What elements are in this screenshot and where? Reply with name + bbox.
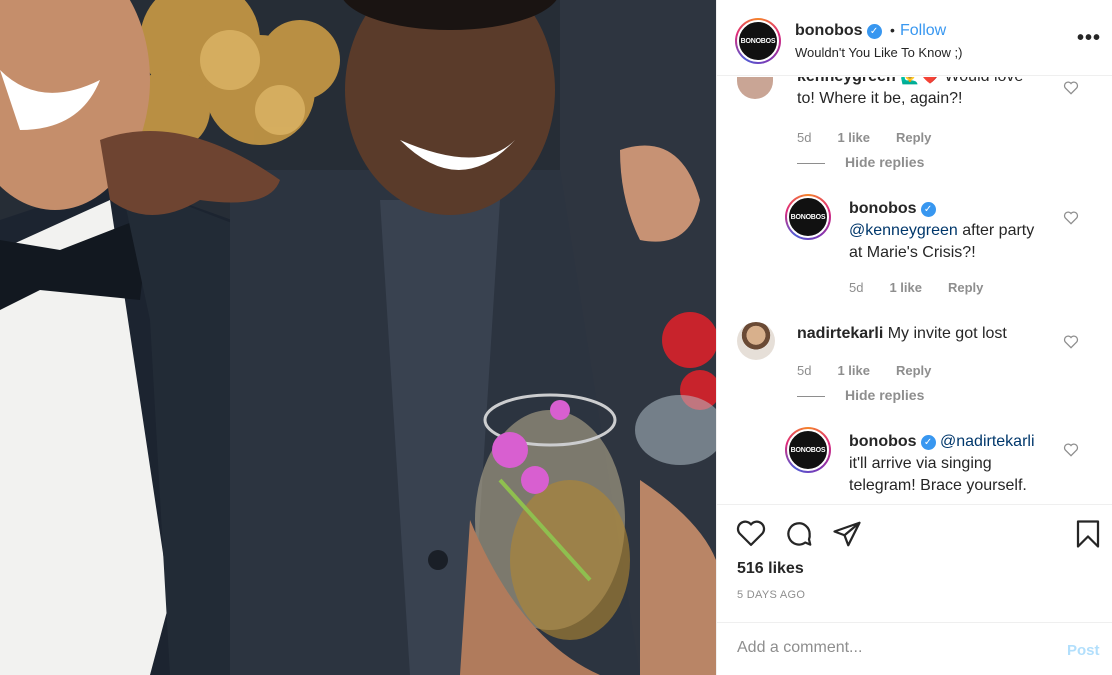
reply-button[interactable]: Reply [896,130,931,145]
verified-badge-icon: ✓ [866,24,882,39]
comment-likes[interactable]: 1 like [837,363,870,378]
share-paper-plane-icon[interactable] [832,519,862,549]
comment-time[interactable]: 5d [797,130,811,145]
commenter-avatar[interactable] [737,77,773,99]
post-actions: 516 likes 5 DAYS AGO [717,504,1112,624]
comment-emoji: 🙋‍♂️❤️ [900,77,940,85]
more-options-icon[interactable]: ••• [1077,27,1101,50]
comment-time[interactable]: 5d [797,363,811,378]
reply-meta: 5d 1 like Reply [849,280,1009,295]
hide-replies-button[interactable]: Hide replies [797,154,924,170]
reply-line2: at Marie's Crisis?! [849,244,976,261]
author-username[interactable]: bonobos ✓ [795,22,882,40]
post-timestamp[interactable]: 5 DAYS AGO [737,589,805,601]
post-header: BONOBOS bonobos ✓ • Follow Wouldn't You L… [717,0,1112,76]
reply-avatar[interactable]: BONOBOS [785,427,831,473]
party-photo-illustration [0,0,716,675]
comment-username[interactable]: kenneygreen [797,77,896,85]
like-heart-icon[interactable] [736,519,766,547]
author-avatar-logo: BONOBOS [737,20,779,62]
save-bookmark-icon[interactable] [1075,519,1101,549]
header-separator: • [890,22,895,38]
reply-avatar-logo: BONOBOS [787,429,829,471]
comment-meta: 5d 1 like Reply [797,363,957,378]
post-comment-button[interactable]: Post [1067,642,1100,659]
post-sidebar: BONOBOS bonobos ✓ • Follow Wouldn't You L… [716,0,1112,675]
reply-text: bonobos ✓ @kenneygreen after party at Mar… [849,198,1069,264]
reply-like-heart-icon[interactable] [1063,211,1079,225]
comment-like-heart-icon[interactable] [1063,335,1079,349]
reply-likes[interactable]: 1 like [889,280,922,295]
comments-list[interactable]: kenneygreen 🙋‍♂️❤️ Would love to! Where … [717,77,1112,503]
verified-badge-icon: ✓ [920,435,936,450]
commenter-avatar[interactable] [737,322,775,360]
reply-line1: it'll arrive via singing [849,455,992,472]
location-link[interactable]: Wouldn't You Like To Know ;) [795,45,963,60]
follow-button[interactable]: Follow [900,22,946,40]
comment-username[interactable]: nadirtekarli [797,325,883,342]
reply-text: bonobos ✓ @nadirtekarli it'll arrive via … [849,431,1069,497]
comment-text: nadirtekarli My invite got lost [797,323,1067,345]
verified-badge-icon: ✓ [920,202,936,217]
reply-line2: telegram! Brace yourself. [849,477,1027,494]
hide-replies-button[interactable]: Hide replies [797,387,924,403]
reply-button[interactable]: Reply [948,280,983,295]
likes-count[interactable]: 516 likes [737,560,804,578]
comment-line1: Would love [944,77,1023,85]
comment-body: My invite got lost [887,325,1007,342]
mention-link[interactable]: @nadirtekarli [940,433,1035,450]
reply-avatar[interactable]: BONOBOS [785,194,831,240]
reply-time[interactable]: 5d [849,280,863,295]
comment-text: kenneygreen 🙋‍♂️❤️ Would love to! Where … [797,77,1067,110]
reply-username[interactable]: bonobos [849,200,917,217]
comment-bubble-icon[interactable] [784,519,814,549]
comment-likes[interactable]: 1 like [837,130,870,145]
add-comment-bar: Post [717,622,1112,675]
comment-input[interactable] [737,639,1037,657]
comment-meta: 5d 1 like Reply [797,130,957,145]
author-username-text: bonobos [795,22,863,39]
reply-username[interactable]: bonobos [849,433,917,450]
author-avatar[interactable]: BONOBOS [735,18,781,64]
reply-avatar-logo: BONOBOS [787,196,829,238]
mention-link[interactable]: @kenneygreen [849,222,958,239]
comment-like-heart-icon[interactable] [1063,81,1079,95]
post-photo[interactable] [0,0,716,675]
comment-line2: to! Where it be, again?! [797,90,963,107]
reply-line1: after party [962,222,1035,239]
reply-button[interactable]: Reply [896,363,931,378]
reply-like-heart-icon[interactable] [1063,443,1079,457]
